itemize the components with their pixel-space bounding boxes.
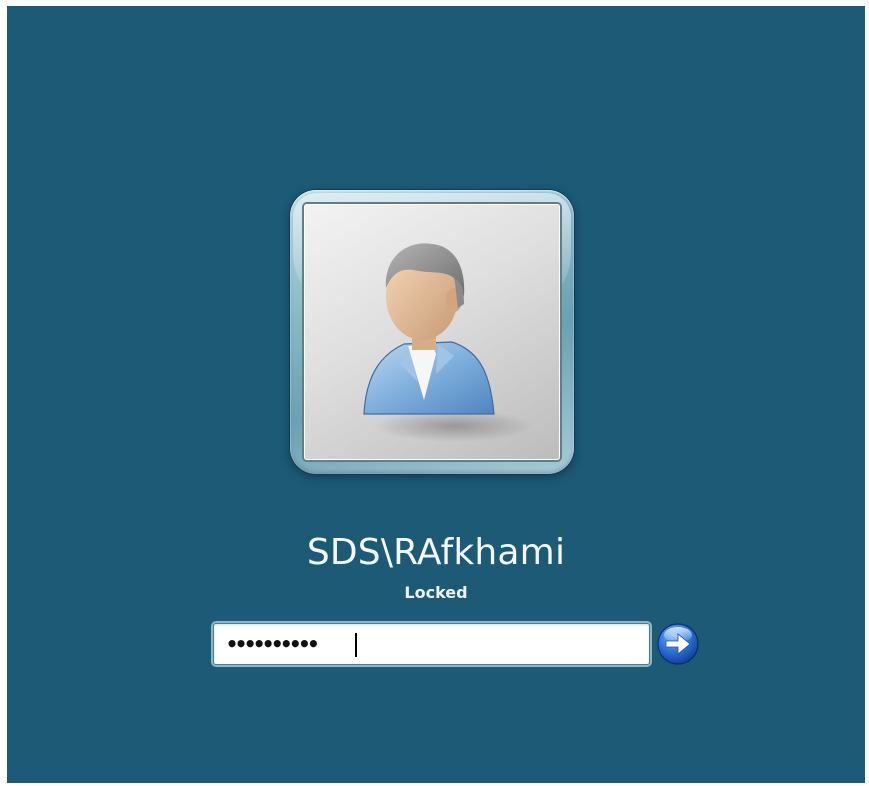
text-caret bbox=[355, 633, 357, 657]
user-tile-frame bbox=[290, 190, 574, 474]
account-status-label: Locked bbox=[404, 583, 468, 602]
lock-screen: SDS\RAfkhami Locked •••••••••• bbox=[7, 6, 865, 783]
username-label: SDS\RAfkhami bbox=[306, 532, 566, 573]
user-tile bbox=[304, 204, 560, 460]
password-masked-value: •••••••••• bbox=[226, 632, 319, 656]
user-avatar-icon bbox=[363, 243, 534, 442]
submit-button[interactable] bbox=[657, 623, 699, 665]
arrow-right-icon bbox=[657, 623, 699, 665]
password-input[interactable]: •••••••••• bbox=[213, 623, 650, 665]
